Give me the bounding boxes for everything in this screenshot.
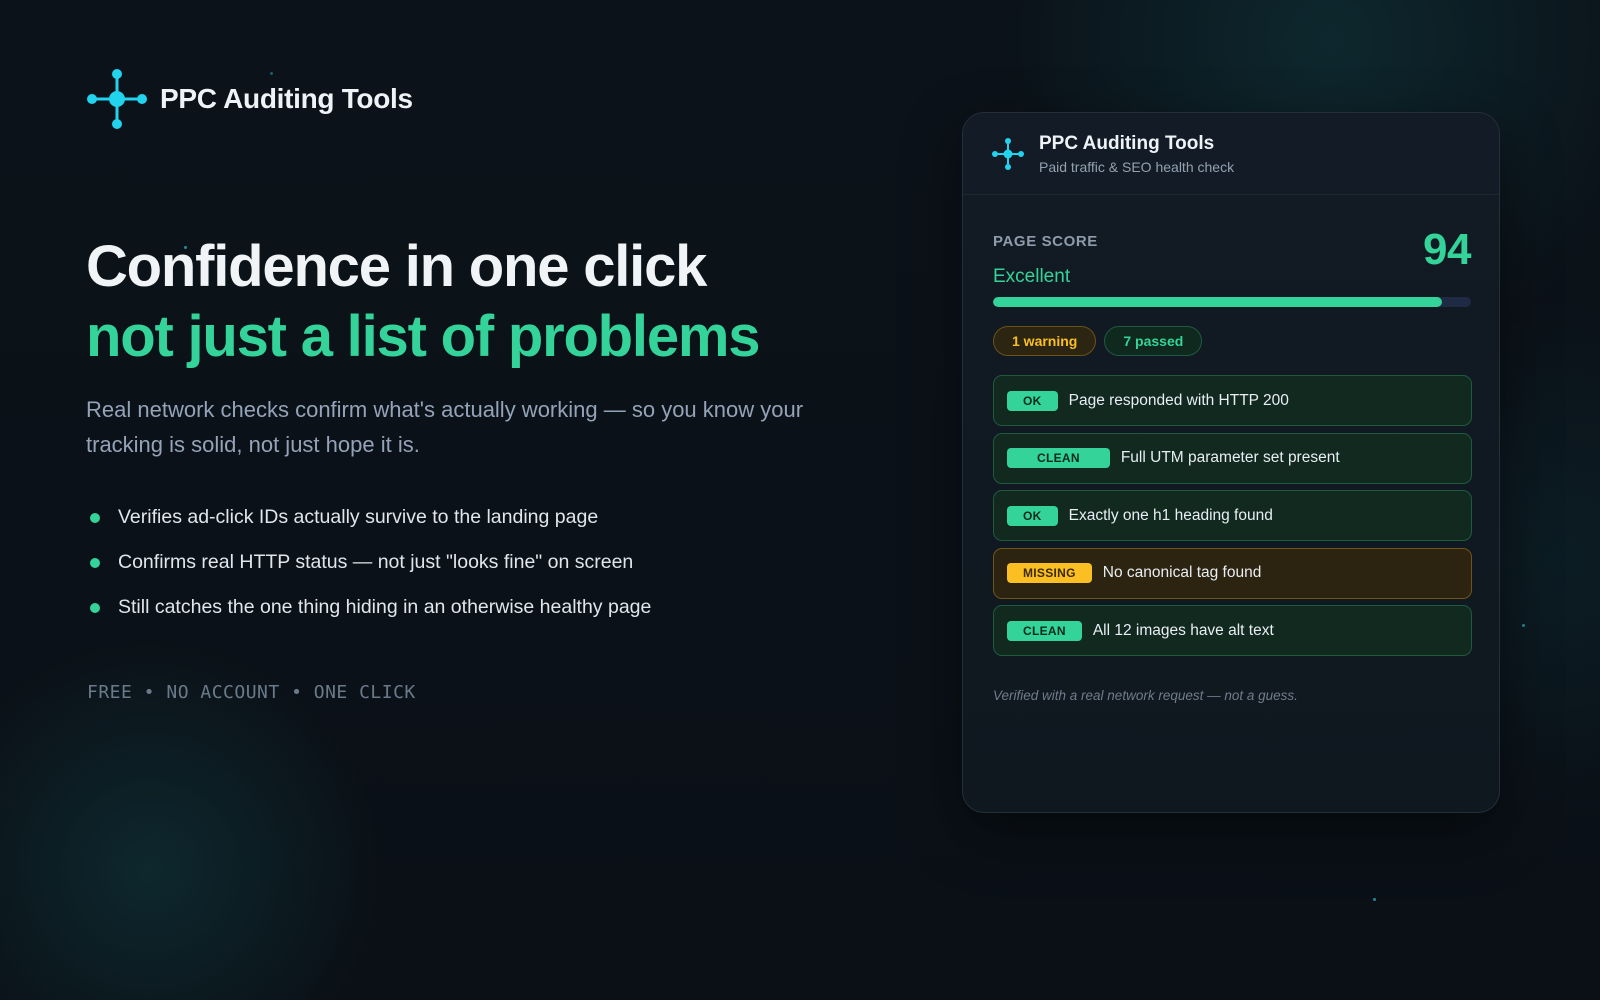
check-text: Page responded with HTTP 200 xyxy=(1068,391,1289,409)
feature-list: Verifies ad-click IDs actually survive t… xyxy=(90,495,651,630)
score-rating: Excellent xyxy=(993,266,1071,287)
check-text: Exactly one h1 heading found xyxy=(1068,506,1273,524)
card-title: PPC Auditing Tools xyxy=(1039,132,1215,154)
headline-line-2: not just a list of problems xyxy=(86,304,761,369)
check-status-tag: CLEAN xyxy=(1007,620,1082,641)
check-row: MISSING No canonical tag found xyxy=(993,547,1472,599)
check-row: OK Page responded with HTTP 200 xyxy=(993,375,1472,426)
check-text: All 12 images have alt text xyxy=(1092,621,1274,639)
hero: Confidence in one click not just a list … xyxy=(86,232,826,462)
bullet-icon xyxy=(90,602,100,613)
check-status-tag: MISSING xyxy=(1007,563,1092,583)
feature-item: Verifies ad-click IDs actually survive t… xyxy=(90,495,651,540)
card-header: PPC Auditing Tools Paid traffic & SEO he… xyxy=(963,113,1499,195)
headline-line-1: Confidence in one click xyxy=(86,234,707,299)
score-block: PAGE SCORE 94 Excellent xyxy=(993,225,1471,307)
feature-text: Verifies ad-click IDs actually survive t… xyxy=(118,506,599,528)
lead-paragraph: Real network checks confirm what's actua… xyxy=(86,397,804,457)
check-status-tag: OK xyxy=(1007,505,1058,526)
passed-count-badge: 7 passed xyxy=(1104,326,1203,356)
check-list: OK Page responded with HTTP 200 CLEAN Full … xyxy=(993,375,1472,663)
background-dot xyxy=(1522,624,1525,627)
check-status-tag: OK xyxy=(1007,390,1058,411)
bullet-icon xyxy=(90,512,100,523)
card-subtitle: Paid traffic & SEO health check xyxy=(1039,158,1235,175)
bullet-icon xyxy=(90,557,100,568)
summary-badges: 1 warning 7 passed xyxy=(993,326,1203,356)
score-progress-bar xyxy=(993,297,1471,307)
audit-preview-card: PPC Auditing Tools Paid traffic & SEO he… xyxy=(962,112,1500,813)
check-status-tag: CLEAN xyxy=(1007,448,1110,468)
warning-count-badge: 1 warning xyxy=(993,326,1097,356)
background-dot xyxy=(1373,898,1376,901)
feature-item: Still catches the one thing hiding in an… xyxy=(90,585,651,630)
verification-note: Verified with a real network request — n… xyxy=(993,688,1298,703)
tagline: FREE • NO ACCOUNT • ONE CLICK xyxy=(87,682,416,703)
check-row: OK Exactly one h1 heading found xyxy=(993,490,1472,541)
feature-item: Confirms real HTTP status — not just "lo… xyxy=(90,540,651,585)
score-label: PAGE SCORE xyxy=(993,233,1098,250)
check-row: CLEAN All 12 images have alt text xyxy=(993,605,1472,656)
check-text: No canonical tag found xyxy=(1102,564,1262,581)
score-value: 94 xyxy=(1423,225,1471,274)
network-hub-icon xyxy=(87,69,147,129)
feature-text: Confirms real HTTP status — not just "lo… xyxy=(118,551,634,573)
network-hub-icon xyxy=(992,137,1024,170)
brand-name: PPC Auditing Tools xyxy=(160,83,413,114)
check-text: Full UTM parameter set present xyxy=(1120,449,1340,466)
feature-text: Still catches the one thing hiding in an… xyxy=(118,596,652,618)
brand[interactable]: PPC Auditing Tools xyxy=(86,68,413,130)
score-progress-fill xyxy=(993,297,1443,307)
check-row: CLEAN Full UTM parameter set present xyxy=(993,432,1472,484)
